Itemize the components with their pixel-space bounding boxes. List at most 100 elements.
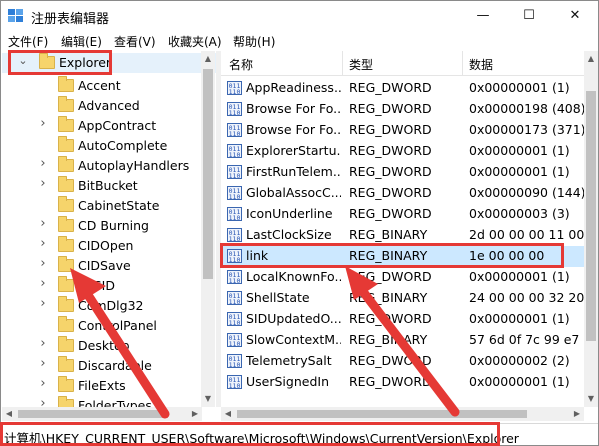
tree-item-label: BitBucket — [78, 178, 138, 193]
tree-item[interactable]: Accent — [2, 76, 216, 96]
scroll-up-arrow-icon[interactable]: ▲ — [201, 51, 215, 67]
expand-chevron-icon[interactable]: › — [38, 216, 48, 231]
value-row[interactable]: 011 110 ShellState REG_BINARY 24 00 00 00 3… — [221, 288, 584, 309]
close-button[interactable]: ✕ — [552, 1, 598, 31]
tree-item[interactable]: CabinetState — [2, 196, 216, 216]
scroll-down-arrow-icon[interactable]: ▼ — [201, 391, 215, 407]
tree-vertical-scrollbar[interactable]: ▲ ▼ — [201, 51, 215, 407]
tree-item[interactable]: › Discardable — [2, 356, 216, 376]
tree-item-explorer[interactable]: ⌄ Explorer — [2, 53, 216, 73]
expand-chevron-icon[interactable]: › — [38, 116, 48, 131]
menu-edit[interactable]: 编辑(E) — [61, 33, 102, 50]
value-row[interactable]: 011 110 LocalKnownFo... REG_DWORD 0x0000000… — [221, 267, 584, 288]
tree-horizontal-scrollbar[interactable]: ◀ ▶ — [2, 407, 202, 421]
expand-chevron-icon[interactable]: › — [38, 236, 48, 251]
value-type-cell: REG_BINARY — [349, 290, 428, 305]
menu-help[interactable]: 帮助(H) — [233, 33, 275, 50]
scroll-thumb[interactable] — [586, 91, 596, 341]
tree-item-label: AutoComplete — [78, 138, 168, 153]
tree-item[interactable]: › BitBucket — [2, 176, 216, 196]
scroll-right-arrow-icon[interactable]: ▶ — [570, 407, 584, 421]
value-data-cell: 0x00000090 (144) — [469, 185, 584, 200]
value-row[interactable]: 011 110 SlowContextM... REG_BINARY 57 6d 0f… — [221, 330, 584, 351]
collapse-chevron-icon[interactable]: ⌄ — [18, 54, 28, 67]
tree-item[interactable]: › FileExts — [2, 376, 216, 396]
scroll-right-arrow-icon[interactable]: ▶ — [188, 407, 202, 421]
value-data-cell: 0x00000001 (1) — [469, 143, 570, 158]
column-header-type[interactable]: 类型 — [349, 56, 373, 73]
tree-item[interactable]: ControlPanel — [2, 316, 216, 336]
list-horizontal-scrollbar[interactable]: ◀ ▶ — [221, 407, 584, 421]
minimize-button[interactable]: — — [460, 1, 506, 31]
tree-item[interactable]: › FolderTypes — [2, 396, 216, 407]
folder-icon — [58, 76, 74, 92]
menu-view[interactable]: 查看(V) — [114, 33, 156, 50]
expand-chevron-icon[interactable]: › — [38, 276, 48, 291]
value-row[interactable]: 011 110 AppReadiness... REG_DWORD 0x0000000… — [221, 78, 584, 99]
tree-item-label: CabinetState — [78, 198, 160, 213]
tree-item[interactable]: Advanced — [2, 96, 216, 116]
registry-value-icon: 011 110 — [227, 375, 242, 389]
tree-item[interactable]: › CD Burning — [2, 216, 216, 236]
tree-item[interactable]: AutoComplete — [2, 136, 216, 156]
folder-icon — [58, 376, 74, 392]
folder-icon — [58, 116, 74, 132]
value-name-cell: IconUnderline — [246, 206, 333, 221]
value-type-cell: REG_DWORD — [349, 374, 432, 389]
registry-value-icon: 011 110 — [227, 354, 242, 368]
expand-chevron-icon[interactable]: › — [38, 156, 48, 171]
tree-item-label: ComDlg32 — [78, 298, 144, 313]
value-row[interactable]: 011 110 FirstRunTelem... REG_DWORD 0x000000… — [221, 162, 584, 183]
scroll-down-arrow-icon[interactable]: ▼ — [584, 391, 598, 407]
value-row[interactable]: 011 110 LastClockSize REG_BINARY 2d 00 00 0… — [221, 225, 584, 246]
column-header-name[interactable]: 名称 — [229, 56, 253, 73]
tree-item-label: FileExts — [78, 378, 126, 393]
expand-chevron-icon[interactable]: › — [38, 176, 48, 191]
scroll-thumb[interactable] — [18, 410, 168, 418]
value-type-cell: REG_DWORD — [349, 143, 432, 158]
column-divider[interactable] — [462, 51, 463, 75]
scroll-thumb[interactable] — [203, 69, 213, 279]
expand-chevron-icon[interactable]: › — [38, 256, 48, 271]
scroll-thumb[interactable] — [237, 410, 527, 418]
scroll-left-arrow-icon[interactable]: ◀ — [221, 407, 235, 421]
menu-favorites[interactable]: 收藏夹(A) — [168, 33, 222, 50]
value-data-cell: 0x00000001 (1) — [469, 164, 570, 179]
tree-item[interactable]: › CIDSave — [2, 256, 216, 276]
value-row[interactable]: 011 110 SIDUpdatedO... REG_DWORD 0x00000001… — [221, 309, 584, 330]
tree-item[interactable]: › CIDOpen — [2, 236, 216, 256]
column-divider[interactable] — [342, 51, 343, 75]
tree-item[interactable]: › CLSID — [2, 276, 216, 296]
scroll-up-arrow-icon[interactable]: ▲ — [584, 51, 598, 67]
value-data-cell: 1e 00 00 00 — [469, 248, 545, 263]
tree-item[interactable]: › ComDlg32 — [2, 296, 216, 316]
value-data-cell: 0x00000002 (2) — [469, 353, 570, 368]
key-tree-pane[interactable]: ⌄ Explorer Accent Advanced › AppContract Aut… — [2, 51, 216, 407]
list-vertical-scrollbar[interactable]: ▲ ▼ — [584, 51, 598, 407]
folder-icon — [58, 236, 74, 252]
value-row[interactable]: 011 110 UserSignedIn REG_DWORD 0x00000001 (… — [221, 372, 584, 393]
menu-file[interactable]: 文件(F) — [8, 33, 48, 50]
value-row[interactable]: 011 110 TelemetrySalt REG_DWORD 0x00000002 … — [221, 351, 584, 372]
folder-icon — [58, 216, 74, 232]
maximize-button[interactable]: ☐ — [506, 1, 552, 31]
scroll-left-arrow-icon[interactable]: ◀ — [2, 407, 16, 421]
value-row[interactable]: 011 110 Browse For Fo... REG_DWORD 0x000001… — [221, 99, 584, 120]
tree-item[interactable]: › Desktop — [2, 336, 216, 356]
value-row[interactable]: 011 110 ExplorerStartu... REG_DWORD 0x00000… — [221, 141, 584, 162]
value-name-cell: LastClockSize — [246, 227, 332, 242]
tree-item[interactable]: › AppContract — [2, 116, 216, 136]
tree-item[interactable]: › AutoplayHandlers — [2, 156, 216, 176]
value-list-pane[interactable]: 名称 类型 数据 011 110 AppReadiness... REG_DWORD… — [221, 51, 584, 407]
expand-chevron-icon[interactable]: › — [38, 296, 48, 311]
value-row[interactable]: 011 110 GlobalAssocC... REG_DWORD 0x0000009… — [221, 183, 584, 204]
expand-chevron-icon[interactable]: › — [38, 336, 48, 351]
tree-item-label: Advanced — [78, 98, 140, 113]
expand-chevron-icon[interactable]: › — [38, 396, 48, 407]
value-row-selected[interactable]: 011 110 link REG_BINARY 1e 00 00 00 — [221, 246, 584, 267]
expand-chevron-icon[interactable]: › — [38, 356, 48, 371]
value-row[interactable]: 011 110 Browse For Fo... REG_DWORD 0x000001… — [221, 120, 584, 141]
value-row[interactable]: 011 110 IconUnderline REG_DWORD 0x00000003 … — [221, 204, 584, 225]
column-header-data[interactable]: 数据 — [469, 56, 493, 73]
expand-chevron-icon[interactable]: › — [38, 376, 48, 391]
